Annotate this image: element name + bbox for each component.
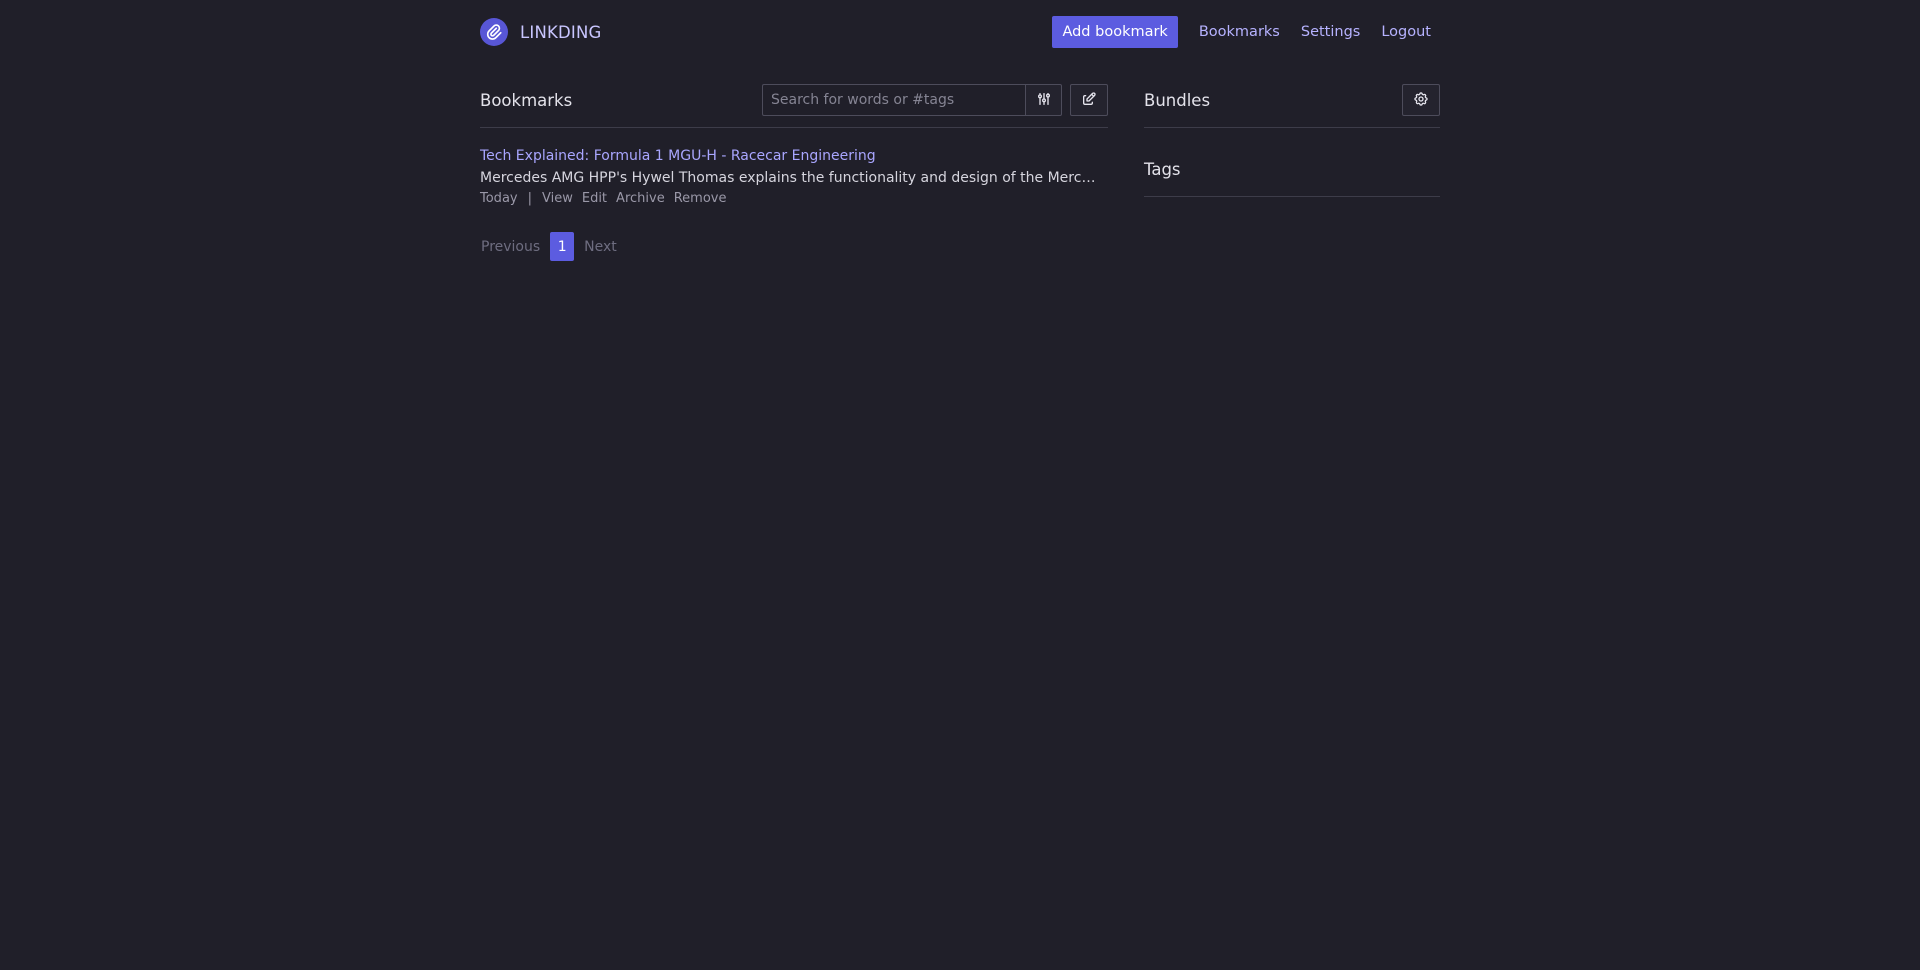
bookmark-description: Mercedes AMG HPP's Hywel Thomas explains… — [480, 170, 1102, 186]
pagination: Previous 1 Next — [480, 232, 1108, 261]
bookmark-actions: Today | View Edit Archive Remove — [480, 190, 1108, 208]
bookmark-title-link[interactable]: Tech Explained: Formula 1 MGU-H - Raceca… — [480, 147, 1108, 165]
edit-link[interactable]: Edit — [582, 190, 607, 208]
nav-logout-link[interactable]: Logout — [1381, 16, 1431, 48]
nav-settings-link[interactable]: Settings — [1301, 16, 1360, 48]
nav-bookmarks-link[interactable]: Bookmarks — [1199, 16, 1280, 48]
list-item: Tech Explained: Formula 1 MGU-H - Raceca… — [480, 147, 1108, 208]
bulk-edit-button[interactable] — [1070, 84, 1108, 116]
gear-icon — [1413, 91, 1429, 110]
sidebar: Bundles Tags — [1144, 84, 1440, 197]
bundles-header: Bundles — [1144, 84, 1440, 128]
filter-sliders-icon — [1036, 91, 1052, 110]
tags-header: Tags — [1144, 153, 1440, 197]
archive-link[interactable]: Archive — [616, 190, 665, 208]
view-link[interactable]: View — [542, 190, 573, 208]
bookmark-list: Tech Explained: Formula 1 MGU-H - Raceca… — [480, 147, 1108, 208]
search-options-button[interactable] — [1025, 84, 1062, 116]
bookmarks-title: Bookmarks — [480, 91, 573, 110]
brand-link[interactable]: LINKDING — [480, 18, 602, 46]
bookmark-date: Today — [480, 191, 518, 206]
edit-icon — [1081, 91, 1097, 110]
tags-title: Tags — [1144, 160, 1181, 179]
add-bookmark-button[interactable]: Add bookmark — [1052, 16, 1178, 48]
bookmarks-header: Bookmarks — [480, 84, 1108, 128]
search-input[interactable] — [762, 84, 1025, 116]
linkding-logo-icon — [480, 18, 508, 46]
main-nav: Add bookmark Bookmarks Settings Logout — [1052, 16, 1440, 48]
pagination-previous[interactable]: Previous — [481, 239, 540, 255]
pagination-current-page[interactable]: 1 — [550, 232, 575, 261]
remove-link[interactable]: Remove — [674, 190, 727, 208]
brand-name: LINKDING — [520, 22, 602, 42]
app-header: LINKDING Add bookmark Bookmarks Settings… — [480, 0, 1440, 64]
bookmarks-main: Bookmarks Search for words or #tags Tech… — [480, 84, 1108, 261]
search-group — [762, 84, 1062, 116]
bundles-title: Bundles — [1144, 91, 1211, 110]
separator: | — [527, 191, 532, 206]
bundles-settings-button[interactable] — [1402, 84, 1440, 116]
pagination-next[interactable]: Next — [584, 239, 617, 255]
